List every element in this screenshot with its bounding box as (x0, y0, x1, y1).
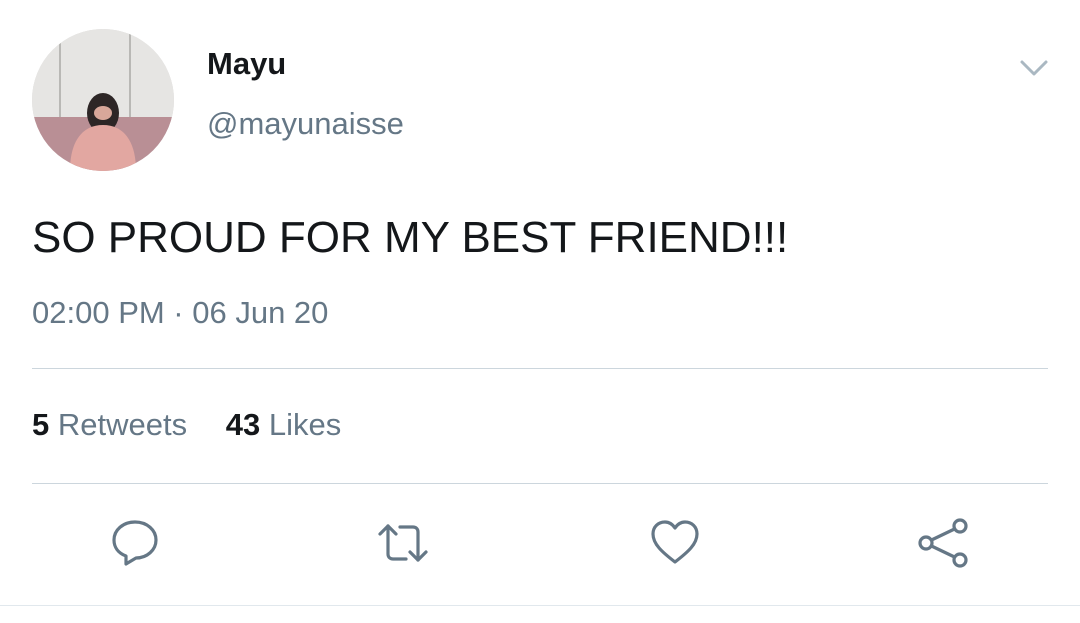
retweet-button[interactable] (376, 516, 430, 570)
retweet-icon (378, 524, 428, 562)
share-button[interactable] (916, 516, 970, 570)
reply-button[interactable] (108, 516, 162, 570)
likes-count: 43 (225, 407, 261, 442)
avatar[interactable] (32, 29, 174, 171)
divider (32, 368, 1048, 369)
chevron-down-icon[interactable] (1016, 56, 1052, 80)
likes-label: Likes (268, 407, 342, 442)
like-icon (651, 520, 699, 564)
display-name[interactable]: Mayu (207, 48, 286, 79)
retweets-label: Retweets (57, 407, 188, 442)
avatar-image (32, 29, 174, 171)
divider (32, 483, 1048, 484)
user-handle[interactable]: @mayunaisse (207, 108, 404, 139)
retweets-count: 5 (32, 407, 50, 442)
share-icon (918, 518, 968, 568)
like-button[interactable] (648, 516, 702, 570)
divider (0, 605, 1080, 606)
tweet-text: SO PROUD FOR MY BEST FRIEND!!! (32, 213, 789, 262)
reply-icon (112, 520, 158, 566)
tweet-stats: 5 Retweets 43 Likes (32, 409, 371, 440)
retweets-stat[interactable]: 5 Retweets (32, 409, 187, 440)
likes-stat[interactable]: 43 Likes (226, 409, 341, 440)
tweet-timestamp[interactable]: 02:00 PM · 06 Jun 20 (32, 297, 328, 328)
